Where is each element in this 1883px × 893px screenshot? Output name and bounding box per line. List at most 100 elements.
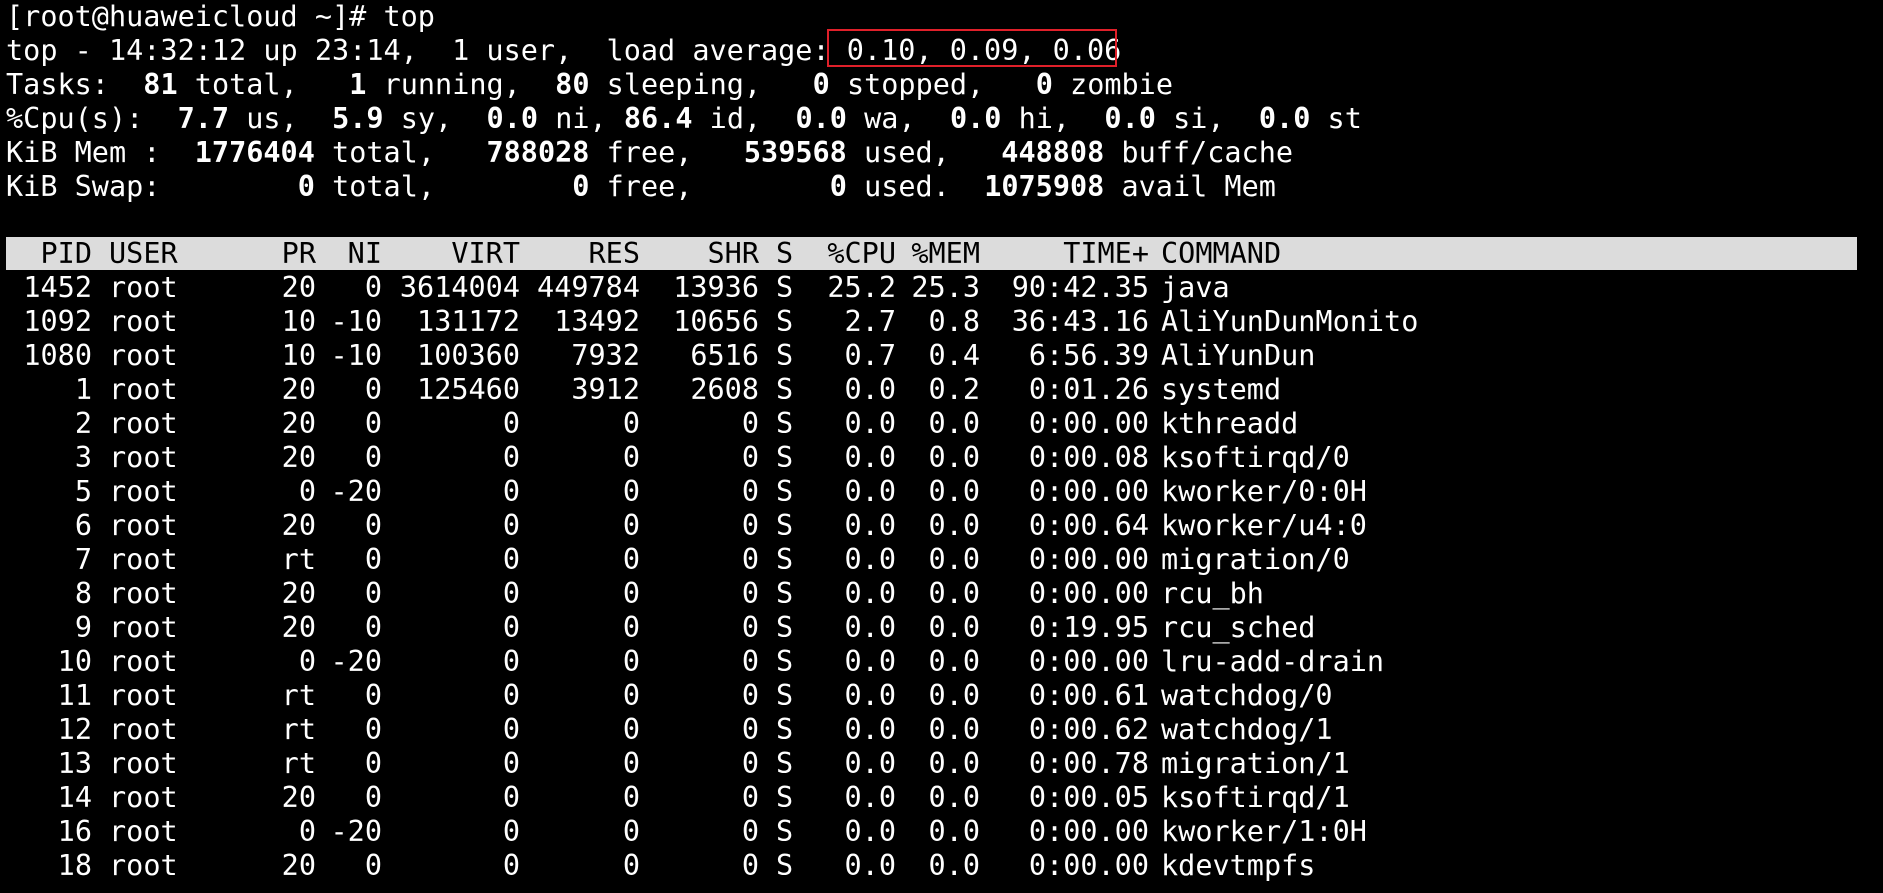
- cell-time: 6:56.39: [1028, 339, 1149, 372]
- cell-cpu: 0.0: [844, 441, 896, 474]
- cell-virt: 131172: [417, 305, 520, 338]
- cell-ni: 0: [364, 849, 382, 882]
- cell-user: root: [109, 645, 178, 678]
- cell-shr: 0: [741, 543, 759, 576]
- cell-cpu: 0.0: [844, 781, 896, 814]
- cpu-sy: 5.9: [332, 102, 384, 135]
- column-header-res: RES: [588, 237, 640, 270]
- cell-s: S: [776, 339, 794, 372]
- cell-pr: 20: [281, 849, 316, 882]
- cell-pr: 10: [281, 305, 316, 338]
- cell-mem: 0.0: [928, 781, 980, 814]
- cell-ni: 0: [364, 543, 382, 576]
- cell-s: S: [776, 679, 794, 712]
- cell-shr: 0: [741, 407, 759, 440]
- cell-virt: 0: [502, 747, 520, 780]
- cell-time: 36:43.16: [1011, 305, 1149, 338]
- load-average-highlight-box: [827, 29, 1117, 67]
- cell-s: S: [776, 577, 794, 610]
- cell-cpu: 0.0: [844, 645, 896, 678]
- swap-total-label: total,: [332, 170, 436, 203]
- cell-user: root: [109, 713, 178, 746]
- cell-pr: rt: [281, 543, 316, 576]
- cell-pr: 20: [281, 509, 316, 542]
- cell-pid: 3: [74, 441, 92, 474]
- cell-cpu: 0.0: [844, 849, 896, 882]
- cell-time: 0:00.61: [1028, 679, 1149, 712]
- cell-res: 0: [622, 611, 640, 644]
- cell-virt: 0: [502, 849, 520, 882]
- swap-total: 0: [297, 170, 315, 203]
- cell-command: kworker/0:0H: [1161, 475, 1367, 508]
- cell-cpu: 0.0: [844, 475, 896, 508]
- cell-mem: 0.0: [928, 441, 980, 474]
- cell-pr: rt: [281, 713, 316, 746]
- cell-shr: 0: [741, 475, 759, 508]
- cell-mem: 0.0: [928, 713, 980, 746]
- cell-shr: 0: [741, 849, 759, 882]
- cpu-st: 0.0: [1258, 102, 1311, 135]
- cell-ni: 0: [364, 747, 382, 780]
- cell-command: migration/1: [1161, 747, 1350, 780]
- cell-cpu: 0.0: [844, 509, 896, 542]
- cell-res: 0: [622, 713, 640, 746]
- cell-mem: 0.0: [928, 509, 980, 542]
- cell-mem: 0.2: [928, 373, 980, 406]
- cell-cpu: 0.0: [844, 815, 896, 848]
- mem-used-label: used,: [864, 136, 950, 169]
- cell-time: 0:00.00: [1028, 849, 1149, 882]
- cell-virt: 0: [502, 543, 520, 576]
- cell-user: root: [109, 781, 178, 814]
- tasks-stopped: 0: [812, 68, 830, 101]
- cell-cpu: 0.0: [844, 611, 896, 644]
- tasks-running-label: running,: [383, 68, 521, 101]
- cell-time: 0:00.00: [1028, 543, 1149, 576]
- cell-shr: 0: [741, 577, 759, 610]
- cell-user: root: [109, 305, 178, 338]
- cell-res: 0: [622, 679, 640, 712]
- cell-shr: 0: [741, 441, 759, 474]
- table-row: 12 root rt 0 0 0 0 S 0.0 0.0 0:00.62 watchdog/1: [6, 713, 1857, 747]
- cell-command: ksoftirqd/1: [1161, 781, 1350, 814]
- cell-ni: -10: [330, 305, 382, 338]
- cell-user: root: [109, 407, 178, 440]
- swap-avail-mem-label: avail Mem: [1121, 170, 1276, 203]
- swap-avail-mem: 1075908: [984, 170, 1105, 203]
- cell-res: 0: [622, 407, 640, 440]
- tasks-label: Tasks:: [6, 68, 109, 101]
- cell-virt: 0: [502, 611, 520, 644]
- cell-command: AliYunDun: [1161, 339, 1316, 372]
- cell-s: S: [776, 475, 794, 508]
- cell-shr: 13936: [673, 271, 759, 304]
- cell-ni: 0: [364, 679, 382, 712]
- cell-mem: 0.4: [928, 339, 980, 372]
- cell-time: 0:00.00: [1028, 407, 1149, 440]
- column-header-pr: PR: [281, 237, 316, 270]
- cell-cpu: 2.7: [844, 305, 896, 338]
- cpu-sy-label: sy,: [400, 102, 453, 135]
- cell-time: 0:19.95: [1028, 611, 1149, 644]
- cell-pid: 16: [57, 815, 92, 848]
- cell-res: 0: [622, 815, 640, 848]
- cell-pr: 20: [281, 373, 316, 406]
- cell-command: systemd: [1161, 373, 1282, 406]
- cell-virt: 0: [502, 645, 520, 678]
- cell-res: 3912: [571, 373, 640, 406]
- table-row: 5 root 0 -20 0 0 0 S 0.0 0.0 0:00.00 kworker/0:0H: [6, 475, 1857, 509]
- cell-shr: 0: [741, 611, 759, 644]
- cell-shr: 0: [741, 713, 759, 746]
- cell-mem: 0.0: [928, 645, 980, 678]
- cell-pid: 1452: [23, 271, 92, 304]
- cell-res: 0: [622, 577, 640, 610]
- cpu-st-label: st: [1327, 102, 1362, 135]
- cell-ni: -10: [330, 339, 382, 372]
- cpu-ni: 0.0: [486, 102, 539, 135]
- cell-pr: 10: [281, 339, 316, 372]
- cell-mem: 0.0: [928, 475, 980, 508]
- cell-s: S: [776, 271, 794, 304]
- cell-pr: 0: [298, 645, 316, 678]
- column-header-time: TIME+: [1063, 237, 1149, 270]
- cell-command: java: [1161, 271, 1230, 304]
- cell-res: 0: [622, 509, 640, 542]
- cpu-ni-label: ni,: [555, 102, 607, 135]
